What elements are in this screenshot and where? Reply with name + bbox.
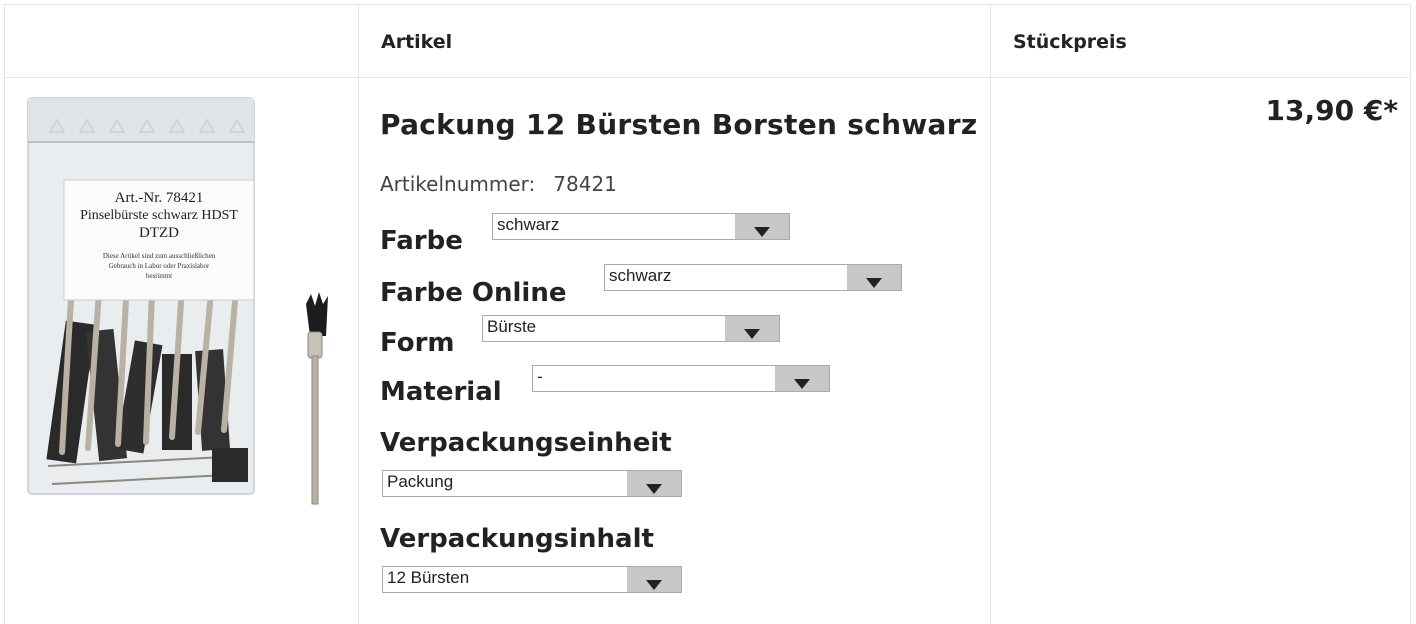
table-header: Artikel Stückpreis [5, 5, 1410, 78]
form-select[interactable]: Bürste [482, 315, 780, 342]
chevron-down-icon[interactable] [627, 567, 681, 592]
chevron-down-icon[interactable] [735, 214, 789, 239]
option-label-verpackungseinheit: Verpackungseinheit [380, 428, 672, 458]
verpackungsinhalt-select-value: 12 Bürsten [387, 568, 470, 587]
verpackungsinhalt-select[interactable]: 12 Bürsten [382, 566, 682, 593]
label-line-6: bestimmt [146, 272, 172, 280]
verpackungseinheit-select[interactable]: Packung [382, 470, 682, 497]
option-label-farbe: Farbe [380, 226, 463, 256]
chevron-down-icon[interactable] [775, 366, 829, 391]
chevron-down-icon[interactable] [627, 471, 681, 496]
material-select[interactable]: - [532, 365, 830, 392]
article-number-label: Artikelnummer: [380, 172, 536, 196]
label-line-4: Diese Artikel sind zum ausschließlichen [103, 252, 216, 260]
column-header-article: Artikel [381, 31, 453, 53]
farbe-select-value: schwarz [497, 215, 560, 234]
article-number-value: 78421 [553, 172, 617, 196]
form-select-value: Bürste [487, 317, 537, 336]
farbe-select[interactable]: schwarz [492, 213, 790, 240]
farbe-online-select-value: schwarz [609, 266, 672, 285]
chevron-down-icon[interactable] [725, 316, 779, 341]
label-line-1: Art.-Nr. 78421 [115, 190, 204, 206]
product-title[interactable]: Packung 12 Bürsten Borsten schwarz [380, 108, 977, 141]
label-line-2: Pinselbürste schwarz HDST [80, 208, 238, 223]
option-label-farbe-online: Farbe Online [380, 278, 567, 308]
label-line-3: DTZD [139, 225, 179, 241]
material-select-value: - [537, 367, 543, 386]
farbe-online-select[interactable]: schwarz [604, 264, 902, 291]
column-divider-1 [358, 5, 359, 624]
unit-price: 13,90 €* [1265, 94, 1398, 127]
product-image[interactable]: Art.-Nr. 78421 Pinselbürste schwarz HDST… [22, 92, 342, 512]
article-number: Artikelnummer: 78421 [380, 172, 617, 196]
column-divider-2 [990, 5, 991, 624]
column-header-unit-price: Stückpreis [1013, 31, 1127, 53]
option-label-form: Form [380, 328, 455, 358]
chevron-down-icon[interactable] [847, 265, 901, 290]
option-label-verpackungsinhalt: Verpackungsinhalt [380, 524, 654, 554]
label-line-5: Gebrauch in Labor oder Praxislabor [109, 262, 210, 270]
verpackungseinheit-select-value: Packung [387, 472, 454, 491]
option-label-material: Material [380, 377, 502, 407]
